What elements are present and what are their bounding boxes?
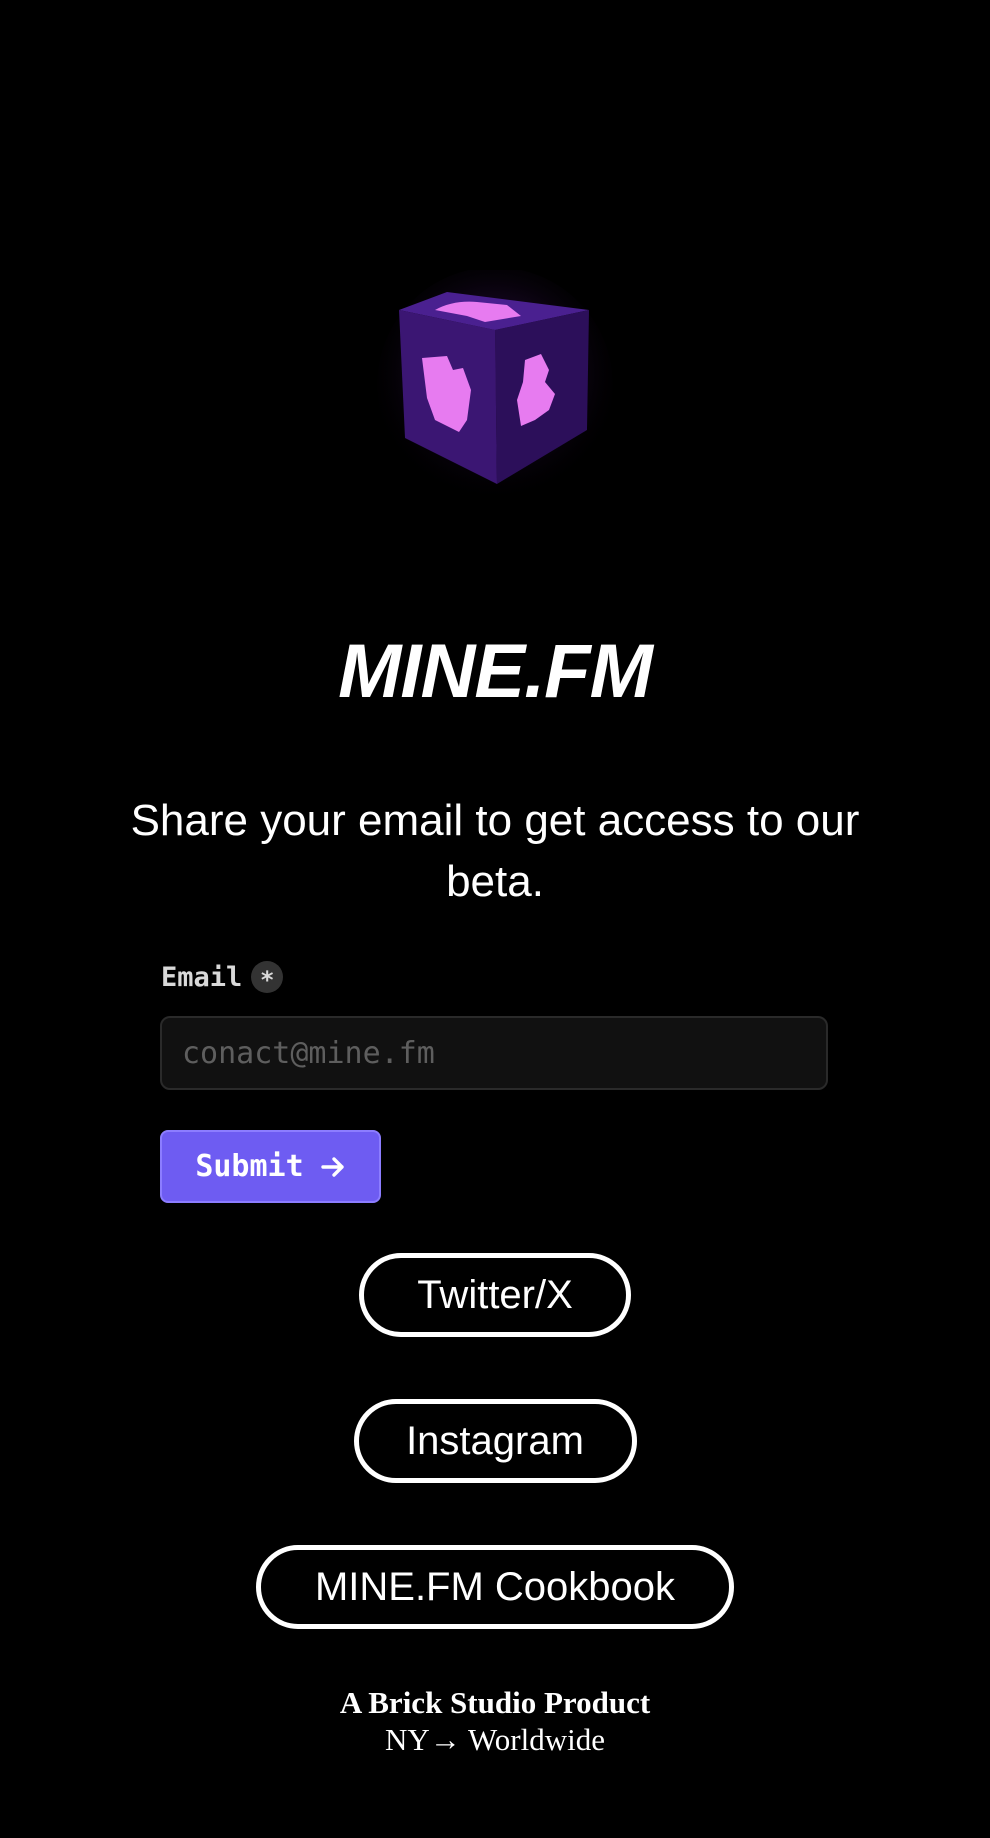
footer-location: NY→ Worldwide bbox=[385, 1722, 605, 1757]
tagline: Share your email to get access to our be… bbox=[130, 796, 860, 906]
footer: A Brick Studio Product NY→ Worldwide bbox=[0, 1684, 990, 1758]
email-label-row: Email * bbox=[161, 957, 284, 997]
arrow-right-icon bbox=[320, 1156, 344, 1177]
mine-fm-cube-logo-icon bbox=[375, 270, 615, 510]
submit-label: Submit bbox=[195, 1149, 304, 1184]
email-label: Email bbox=[161, 961, 243, 993]
submit-button[interactable]: Submit bbox=[160, 1130, 381, 1203]
cookbook-link-button[interactable]: MINE.FM Cookbook bbox=[256, 1545, 734, 1629]
footer-credit: A Brick Studio Product bbox=[339, 1685, 651, 1720]
required-asterisk-icon: * bbox=[251, 961, 284, 994]
brand-title: MINE.FM bbox=[338, 629, 653, 714]
twitter-link-button[interactable]: Twitter/X bbox=[359, 1253, 631, 1337]
instagram-link-button[interactable]: Instagram bbox=[353, 1399, 637, 1483]
email-field[interactable] bbox=[160, 1016, 828, 1090]
